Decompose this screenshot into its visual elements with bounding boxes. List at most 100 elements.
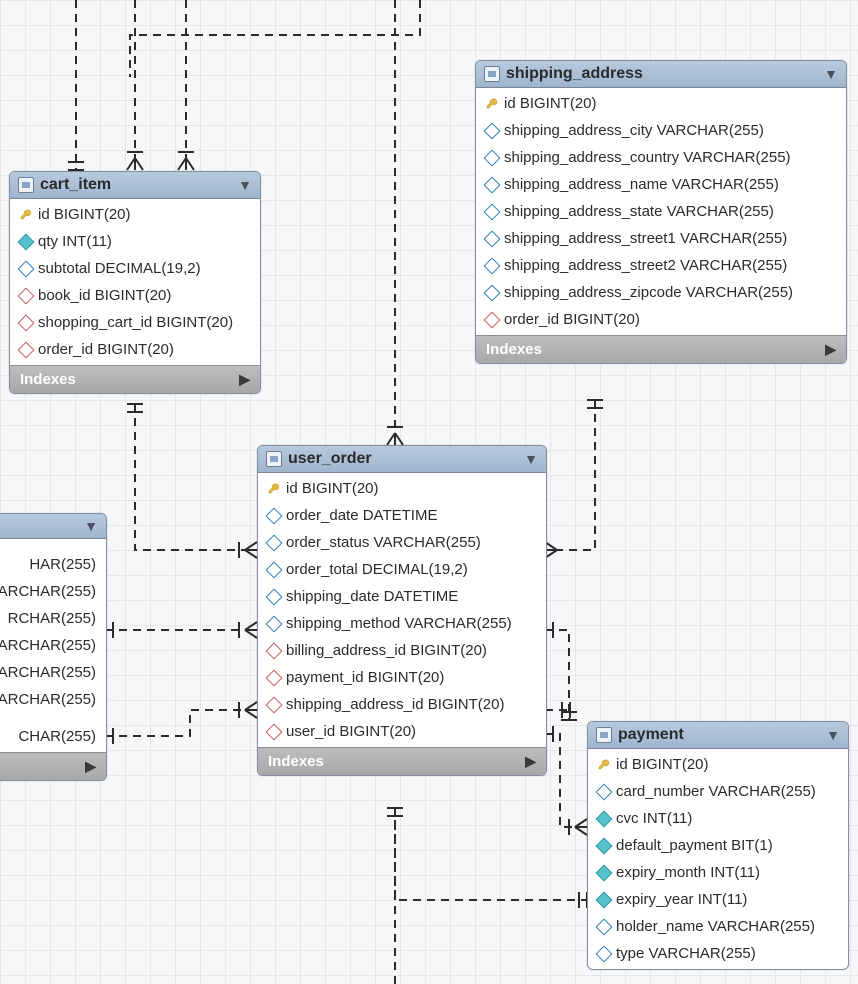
column-text: shipping_address_street2 VARCHAR(255): [504, 257, 787, 274]
table-payment[interactable]: payment ▼ id BIGINT(20) card_number VARCH…: [587, 721, 849, 970]
indexes-section[interactable]: Indexes ▶: [476, 335, 846, 363]
table-user-order[interactable]: user_order ▼ id BIGINT(20)order_date DAT…: [257, 445, 547, 776]
table-icon: [18, 177, 34, 193]
column-text: payment_id BIGINT(20): [286, 669, 444, 686]
column-list: id BIGINT(20) card_number VARCHAR(255) cvc…: [588, 749, 848, 969]
expand-icon[interactable]: ▶: [825, 341, 836, 358]
column-row[interactable]: CHAR(255): [0, 723, 106, 750]
column-row[interactable]: shipping_address_street2 VARCHAR(255): [476, 252, 846, 279]
collapse-icon[interactable]: ▼: [84, 518, 98, 534]
column-text: ARCHAR(255): [0, 691, 96, 708]
column-text: ARCHAR(255): [0, 637, 96, 654]
column-row[interactable]: shipping_method VARCHAR(255): [258, 610, 546, 637]
collapse-icon[interactable]: ▼: [238, 177, 252, 193]
column-row[interactable]: billing_address_id BIGINT(20): [258, 637, 546, 664]
column-row[interactable]: order_id BIGINT(20): [10, 336, 260, 363]
column-row[interactable]: shipping_address_country VARCHAR(255): [476, 144, 846, 171]
column-row[interactable]: book_id BIGINT(20): [10, 282, 260, 309]
indexes-section[interactable]: Indexes ▶: [10, 365, 260, 393]
table-cart-item[interactable]: cart_item ▼ id BIGINT(20) qty INT(11) subt…: [9, 171, 261, 394]
collapse-icon[interactable]: ▼: [524, 451, 538, 467]
column-row[interactable]: default_payment BIT(1): [588, 832, 848, 859]
column-row[interactable]: order_date DATETIME: [258, 502, 546, 529]
primary-key-icon: [268, 483, 280, 495]
column-row[interactable]: HAR(255): [0, 551, 106, 578]
foreign-key-icon: [18, 287, 35, 304]
column-row[interactable]: id BIGINT(20): [258, 475, 546, 502]
collapse-icon[interactable]: ▼: [826, 727, 840, 743]
column-row[interactable]: shipping_address_city VARCHAR(255): [476, 117, 846, 144]
collapse-icon[interactable]: ▼: [824, 66, 838, 82]
column-text: shipping_address_id BIGINT(20): [286, 696, 504, 713]
table-header[interactable]: cart_item ▼: [10, 172, 260, 199]
column-text: ARCHAR(255): [0, 664, 96, 681]
table-title: cart_item: [40, 176, 232, 194]
column-row[interactable]: id BIGINT(20): [588, 751, 848, 778]
column-row[interactable]: payment_id BIGINT(20): [258, 664, 546, 691]
column-row[interactable]: RCHAR(255): [0, 605, 106, 632]
nullable-icon: [596, 918, 613, 935]
erd-canvas[interactable]: cart_item ▼ id BIGINT(20) qty INT(11) subt…: [0, 0, 858, 984]
column-row[interactable]: shipping_address_name VARCHAR(255): [476, 171, 846, 198]
column-row[interactable]: order_total DECIMAL(19,2): [258, 556, 546, 583]
primary-key-icon: [486, 98, 498, 110]
table-header[interactable]: ▼: [0, 514, 106, 539]
column-row[interactable]: expiry_month INT(11): [588, 859, 848, 886]
expand-icon[interactable]: ▶: [85, 758, 96, 775]
column-row[interactable]: expiry_year INT(11): [588, 886, 848, 913]
nullable-icon: [484, 203, 501, 220]
column-row[interactable]: id BIGINT(20): [10, 201, 260, 228]
column-text: book_id BIGINT(20): [38, 287, 171, 304]
column-row[interactable]: user_id BIGINT(20): [258, 718, 546, 745]
table-clipped-left[interactable]: ▼ HAR(255) ARCHAR(255) RCHAR(255) ARCHAR(25…: [0, 513, 107, 781]
column-row[interactable]: shipping_address_street1 VARCHAR(255): [476, 225, 846, 252]
column-text: card_number VARCHAR(255): [616, 783, 816, 800]
table-header[interactable]: shipping_address ▼: [476, 61, 846, 88]
column-row[interactable]: qty INT(11): [10, 228, 260, 255]
notnull-icon: [596, 864, 613, 881]
column-row[interactable]: ARCHAR(255): [0, 578, 106, 605]
column-text: id BIGINT(20): [38, 206, 131, 223]
column-row[interactable]: shipping_address_id BIGINT(20): [258, 691, 546, 718]
column-row[interactable]: type VARCHAR(255): [588, 940, 848, 967]
column-row[interactable]: id BIGINT(20): [476, 90, 846, 117]
column-text: order_id BIGINT(20): [504, 311, 640, 328]
expand-icon[interactable]: ▶: [525, 753, 536, 770]
column-text: ARCHAR(255): [0, 583, 96, 600]
indexes-label: Indexes: [268, 753, 324, 770]
nullable-icon: [596, 945, 613, 962]
column-text: default_payment BIT(1): [616, 837, 773, 854]
column-row[interactable]: shopping_cart_id BIGINT(20): [10, 309, 260, 336]
nullable-icon: [266, 507, 283, 524]
nullable-icon: [266, 588, 283, 605]
column-row[interactable]: [0, 713, 106, 723]
indexes-label: Indexes: [20, 371, 76, 388]
column-row[interactable]: ARCHAR(255): [0, 686, 106, 713]
column-row[interactable]: ARCHAR(255): [0, 632, 106, 659]
column-row[interactable]: shipping_address_zipcode VARCHAR(255): [476, 279, 846, 306]
column-row[interactable]: holder_name VARCHAR(255): [588, 913, 848, 940]
foreign-key-icon: [18, 341, 35, 358]
table-header[interactable]: payment ▼: [588, 722, 848, 749]
column-row[interactable]: order_id BIGINT(20): [476, 306, 846, 333]
nullable-icon: [266, 534, 283, 551]
column-row[interactable]: shipping_date DATETIME: [258, 583, 546, 610]
expand-icon[interactable]: ▶: [239, 371, 250, 388]
column-row[interactable]: [0, 541, 106, 551]
table-header[interactable]: user_order ▼: [258, 446, 546, 473]
indexes-section[interactable]: ▶: [0, 752, 106, 780]
column-row[interactable]: subtotal DECIMAL(19,2): [10, 255, 260, 282]
indexes-section[interactable]: Indexes ▶: [258, 747, 546, 775]
column-row[interactable]: shipping_address_state VARCHAR(255): [476, 198, 846, 225]
table-shipping-address[interactable]: shipping_address ▼ id BIGINT(20)shipping…: [475, 60, 847, 364]
column-row[interactable]: cvc INT(11): [588, 805, 848, 832]
column-row[interactable]: order_status VARCHAR(255): [258, 529, 546, 556]
column-row[interactable]: ARCHAR(255): [0, 659, 106, 686]
column-row[interactable]: card_number VARCHAR(255): [588, 778, 848, 805]
nullable-icon: [18, 260, 35, 277]
nullable-icon: [266, 561, 283, 578]
nullable-icon: [266, 615, 283, 632]
column-text: shipping_address_name VARCHAR(255): [504, 176, 779, 193]
column-text: subtotal DECIMAL(19,2): [38, 260, 201, 277]
table-icon: [484, 66, 500, 82]
